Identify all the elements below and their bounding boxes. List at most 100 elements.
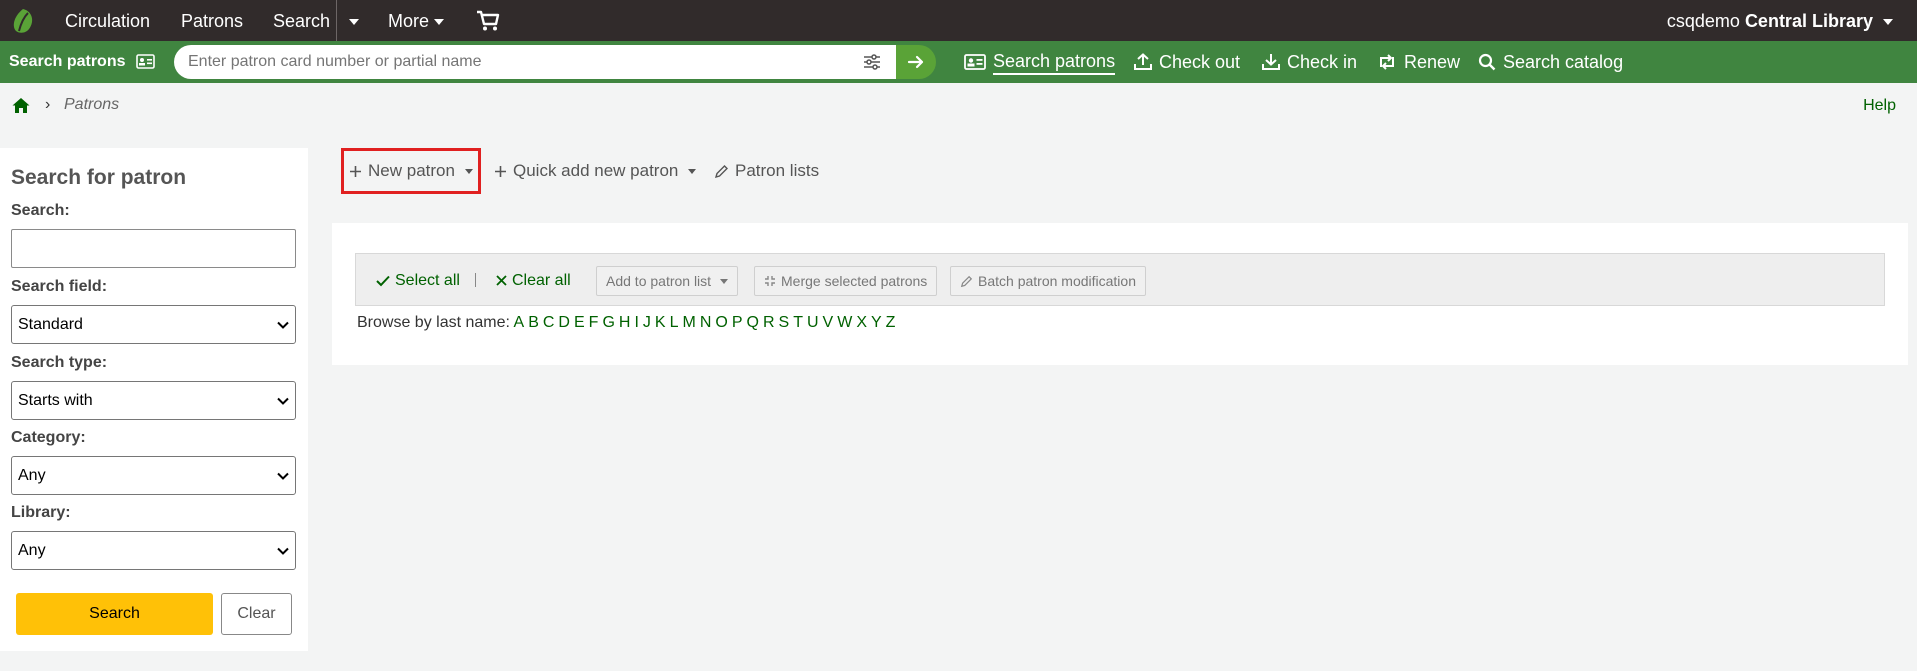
browse-letter-l[interactable]: L — [670, 314, 679, 331]
help-link[interactable]: Help — [1863, 97, 1896, 115]
chevron-down-icon — [688, 168, 697, 174]
browse-letter-r[interactable]: R — [763, 314, 775, 331]
browse-letter-t[interactable]: T — [793, 314, 803, 331]
browse-letter-p[interactable]: P — [732, 314, 743, 331]
user-menu[interactable]: csqdemo Central Library — [1667, 0, 1893, 41]
clear-button[interactable]: Clear — [221, 593, 292, 635]
browse-letter-b[interactable]: B — [528, 314, 539, 331]
nav-more-label: More — [388, 11, 430, 31]
koha-logo-icon[interactable] — [10, 7, 36, 35]
home-icon[interactable] — [12, 97, 30, 114]
chevron-down-icon — [464, 168, 473, 174]
browse-letter-z[interactable]: Z — [886, 314, 896, 331]
chevron-down-icon — [720, 278, 729, 284]
category-label: Category: — [11, 429, 86, 446]
browse-letter-j[interactable]: J — [643, 314, 651, 331]
selected-value: Any — [18, 467, 46, 484]
search-label: Search: — [11, 202, 70, 219]
browse-letter-e[interactable]: E — [574, 314, 585, 331]
nav-search-dropdown[interactable] — [344, 0, 359, 41]
search-bar-label: Search patrons — [9, 53, 126, 70]
nav-patrons[interactable]: Patrons — [181, 0, 243, 41]
search-button[interactable]: Search — [16, 593, 213, 635]
merge-patrons-button[interactable]: Merge selected patrons — [754, 266, 938, 296]
link-label: Renew — [1404, 52, 1461, 72]
browse-label: Browse by last name: — [357, 314, 510, 331]
select-all-link[interactable]: Select all — [376, 254, 460, 307]
sliders-icon[interactable] — [862, 52, 882, 72]
browse-letter-k[interactable]: K — [655, 314, 666, 331]
breadcrumb-separator: › — [45, 96, 51, 113]
chevron-down-icon — [349, 19, 359, 26]
link-label: Search catalog — [1503, 52, 1624, 72]
browse-letter-w[interactable]: W — [837, 314, 852, 331]
patron-action-bar: Select all Clear all Add to patron list … — [355, 253, 1885, 306]
arrow-right-icon — [907, 55, 924, 69]
browse-letter-i[interactable]: I — [634, 314, 638, 331]
library-select[interactable]: Any — [11, 531, 296, 570]
browse-letter-u[interactable]: U — [807, 314, 819, 331]
search-field-label: Search field: — [11, 278, 108, 295]
browse-letter-v[interactable]: V — [823, 314, 834, 331]
browse-letter-d[interactable]: D — [558, 314, 570, 331]
quick-add-label: Quick add new patron — [513, 161, 679, 180]
chevron-down-icon — [277, 547, 289, 555]
plus-icon — [495, 165, 506, 177]
browse-letter-n[interactable]: N — [700, 314, 712, 331]
nav-circulation[interactable]: Circulation — [65, 0, 150, 41]
browse-letter-a[interactable]: A — [514, 314, 525, 331]
clear-all-link[interactable]: Clear all — [496, 254, 571, 307]
cart-icon[interactable] — [476, 10, 500, 32]
breadcrumb-current: Patrons — [64, 96, 120, 113]
selected-value: Any — [18, 542, 46, 559]
category-select[interactable]: Any — [11, 456, 296, 495]
check-icon — [376, 275, 390, 286]
browse-letter-o[interactable]: O — [715, 314, 727, 331]
link-search-catalog[interactable]: Search catalog — [1478, 41, 1623, 83]
search-text-input[interactable] — [11, 229, 296, 268]
patron-lists-label: Patron lists — [735, 161, 820, 180]
patron-search-input[interactable] — [174, 45, 896, 79]
add-to-list-label: Add to patron list — [606, 273, 712, 289]
library-name: Central Library — [1744, 11, 1873, 31]
search-submit-button[interactable] — [896, 45, 936, 79]
chevron-down-icon — [277, 472, 289, 480]
link-check-in[interactable]: Check in — [1262, 41, 1357, 83]
chevron-down-icon — [277, 397, 289, 405]
link-renew[interactable]: Renew — [1377, 41, 1460, 83]
search-type-select[interactable]: Starts with — [11, 381, 296, 420]
add-to-patron-list-button[interactable]: Add to patron list — [596, 266, 739, 296]
browse-letter-s[interactable]: S — [779, 314, 790, 331]
link-check-out[interactable]: Check out — [1134, 41, 1240, 83]
upload-icon — [1134, 53, 1152, 70]
panel-title: Search for patron — [11, 166, 187, 189]
select-all-label: Select all — [395, 272, 460, 289]
browse-letter-m[interactable]: M — [682, 314, 695, 331]
new-patron-label: New patron — [368, 161, 455, 180]
link-label: Check out — [1159, 52, 1241, 72]
renew-icon — [1380, 54, 1394, 70]
chevron-down-icon — [277, 321, 289, 329]
batch-label: Batch patron modification — [978, 273, 1136, 289]
browse-letter-f[interactable]: F — [589, 314, 599, 331]
nav-search[interactable]: Search — [273, 0, 330, 41]
patron-lists-button[interactable]: Patron lists — [714, 148, 819, 194]
nav-more[interactable]: More — [388, 0, 445, 41]
pencil-icon — [714, 164, 728, 178]
patron-search-bar: Search patrons Search patrons Check out — [0, 41, 1917, 83]
browse-letter-y[interactable]: Y — [871, 314, 882, 331]
browse-letter-q[interactable]: Q — [747, 314, 759, 331]
search-field-select[interactable]: Standard — [11, 305, 296, 344]
new-patron-button[interactable]: New patron — [341, 148, 481, 194]
quick-add-patron-button[interactable]: Quick add new patron — [494, 148, 697, 194]
link-search-patrons[interactable]: Search patrons — [964, 41, 1116, 83]
link-label: Check in — [1287, 52, 1358, 72]
batch-modification-button[interactable]: Batch patron modification — [950, 266, 1146, 296]
browse-letter-c[interactable]: C — [543, 314, 555, 331]
browse-letter-h[interactable]: H — [619, 314, 631, 331]
browse-letter-g[interactable]: G — [602, 314, 614, 331]
pencil-icon — [960, 275, 973, 287]
id-card-icon — [136, 54, 155, 69]
username: csqdemo — [1666, 11, 1740, 31]
browse-letter-x[interactable]: X — [856, 314, 867, 331]
